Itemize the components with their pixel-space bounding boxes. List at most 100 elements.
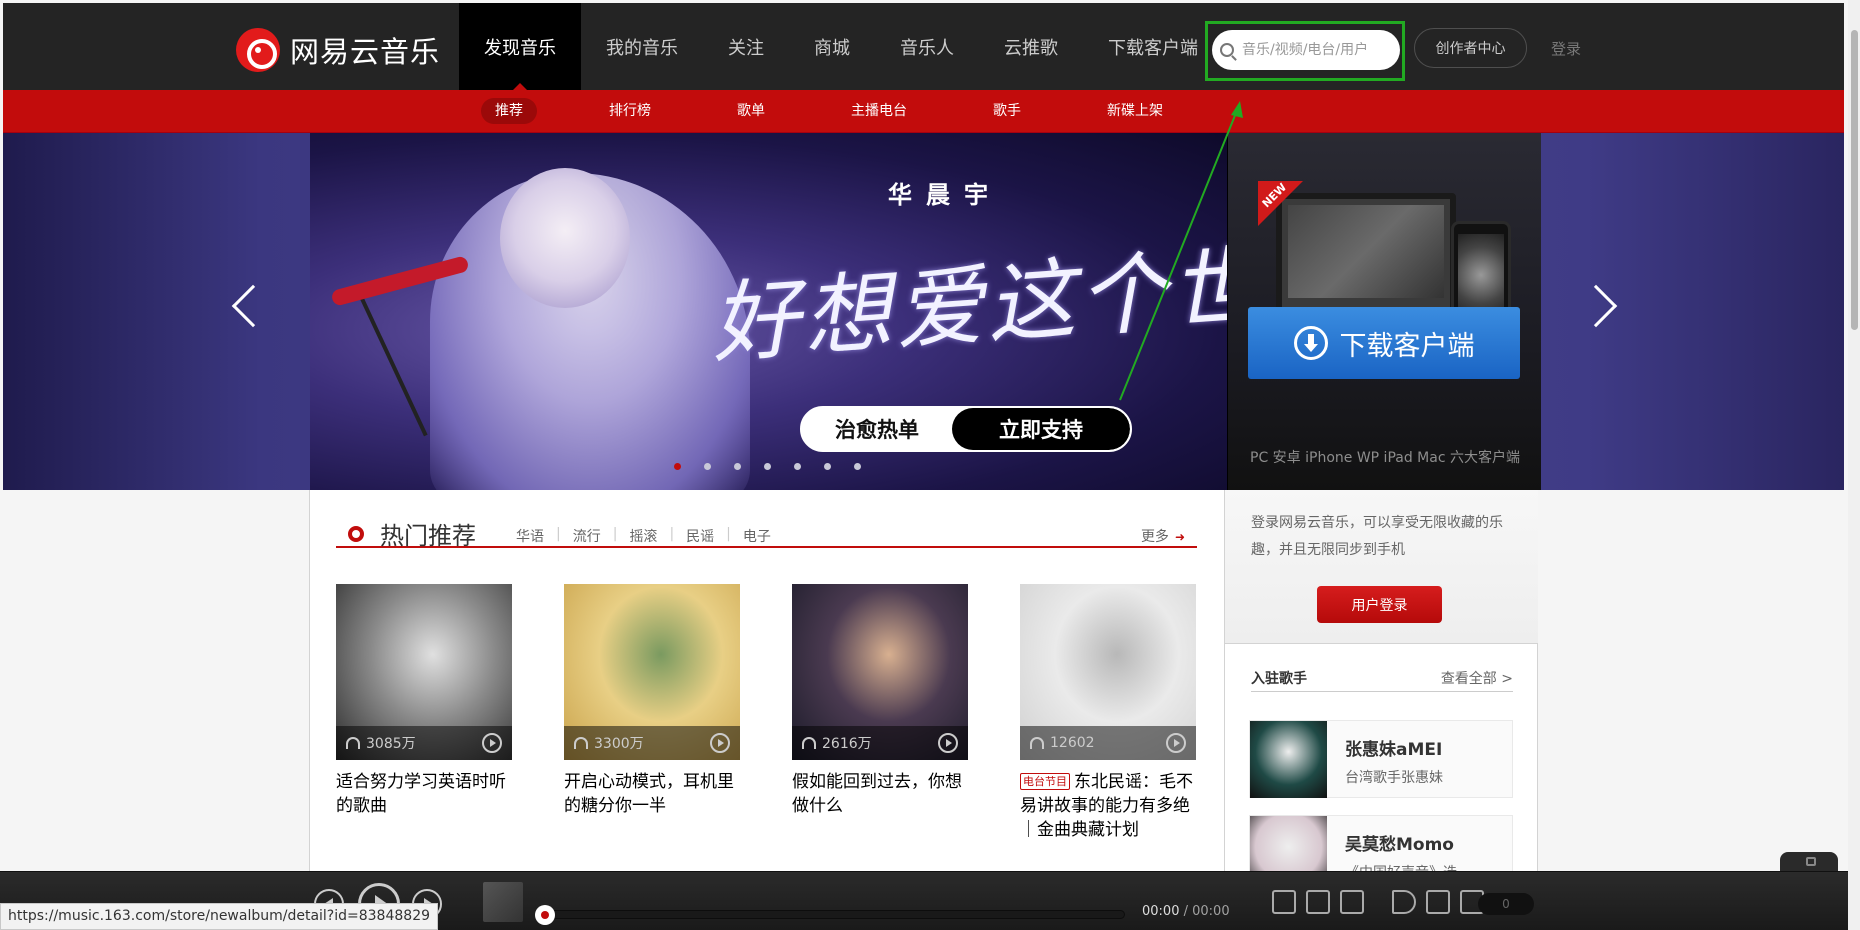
banner-dot[interactable] xyxy=(734,463,741,470)
volume-icon[interactable] xyxy=(1392,890,1416,914)
singers-view-all-link[interactable]: 查看全部 > xyxy=(1441,668,1513,688)
download-platforms-text: PC 安卓 iPhone WP iPad Mac 六大客户端 xyxy=(1250,450,1520,466)
nav-cloud-promote[interactable]: 云推歌 xyxy=(979,3,1083,90)
login-link[interactable]: 登录 xyxy=(1551,38,1581,59)
banner-dot[interactable] xyxy=(854,463,861,470)
monitor-icon xyxy=(1276,193,1456,318)
singer-name: 吴莫愁Momo xyxy=(1345,835,1454,855)
playlist-title[interactable]: 电台节目 东北民谣：毛不易讲故事的能力有多绝｜金曲典藏计划 xyxy=(1020,770,1196,842)
tag-electronic[interactable]: 电子 xyxy=(731,526,783,546)
hot-recommend-title[interactable]: 热门推荐 xyxy=(380,516,476,551)
download-icon xyxy=(1293,326,1328,360)
right-sidebar: 登录网易云音乐，可以享受无限收藏的乐趣，并且无限同步到手机 用户登录 入驻歌手 … xyxy=(1225,490,1538,930)
playlist-title-text: 开启心动模式，耳机里的糖分你一半 xyxy=(564,772,734,816)
singer-avatar xyxy=(1250,721,1327,798)
play-icon[interactable] xyxy=(938,733,958,753)
playlist-cover[interactable]: 12602 xyxy=(1020,584,1196,760)
progress-knob[interactable] xyxy=(535,905,555,925)
playlist-play-count: 12602 xyxy=(1050,735,1095,751)
subnav-radio[interactable]: 主播电台 xyxy=(837,98,921,124)
subnav-playlists[interactable]: 歌单 xyxy=(723,98,779,124)
tag-folk[interactable]: 民谣 xyxy=(674,526,726,546)
playlist-card[interactable]: 3300万 开启心动模式，耳机里的糖分你一半 xyxy=(564,584,740,818)
scrollbar-thumb[interactable] xyxy=(1851,30,1858,330)
playlist-cover[interactable]: 3085万 xyxy=(336,584,512,760)
playlist-cover[interactable]: 2616万 xyxy=(792,584,968,760)
picture-in-picture-icon[interactable] xyxy=(1272,890,1296,914)
playlist-cover-bar: 2616万 xyxy=(792,726,968,760)
banner-dot[interactable] xyxy=(824,463,831,470)
download-button-label: 下载客户端 xyxy=(1339,330,1475,362)
netease-music-logo-icon xyxy=(236,28,280,72)
share-icon[interactable] xyxy=(1340,890,1364,914)
subnav-new-albums[interactable]: 新碟上架 xyxy=(1093,98,1177,124)
hot-recommend-header: 热门推荐 华语 | 流行 | 摇滚 | 民谣 | 电子 更多 ➜ xyxy=(336,520,1197,550)
subnav-artists[interactable]: 歌手 xyxy=(979,98,1035,124)
banner-dot[interactable] xyxy=(764,463,771,470)
track-cover[interactable] xyxy=(483,882,523,922)
tag-pop[interactable]: 流行 xyxy=(561,526,613,546)
playlist-count: 0 xyxy=(1478,893,1534,915)
login-box: 登录网易云音乐，可以享受无限收藏的乐趣，并且无限同步到手机 用户登录 xyxy=(1225,490,1538,644)
logo[interactable]: 网易云音乐 xyxy=(236,28,440,72)
playlist-title[interactable]: 假如能回到过去，你想做什么 xyxy=(792,770,968,818)
banner-prev-arrow-icon[interactable] xyxy=(231,284,275,328)
nav-my-music[interactable]: 我的音乐 xyxy=(581,3,703,90)
creator-center-button[interactable]: 创作者中心 xyxy=(1414,28,1527,68)
play-icon[interactable] xyxy=(1166,733,1186,753)
hot-more-link[interactable]: 更多 ➜ xyxy=(1141,526,1185,546)
playlist-play-count: 2616万 xyxy=(822,736,872,752)
search-bar[interactable] xyxy=(1212,30,1400,70)
singer-card[interactable]: 张惠妹aMEI 台湾歌手张惠妹 xyxy=(1249,720,1513,798)
player-tools xyxy=(1272,890,1494,914)
main-nav: 发现音乐 我的音乐 关注 商城 音乐人 云推歌 下载客户端 xyxy=(459,3,1223,90)
time-display: 00:00 / 00:00 xyxy=(1142,904,1230,919)
play-icon[interactable] xyxy=(482,733,502,753)
nav-follow[interactable]: 关注 xyxy=(703,3,789,90)
lock-icon xyxy=(1806,857,1816,866)
banner-next-arrow-icon[interactable] xyxy=(1574,284,1618,328)
singer-name: 张惠妹aMEI xyxy=(1345,740,1443,760)
banner-dots xyxy=(674,463,884,470)
playlist-card[interactable]: 2616万 假如能回到过去，你想做什么 xyxy=(792,584,968,818)
banner-cta-right: 立即支持 xyxy=(952,408,1130,450)
nav-download-client[interactable]: 下载客户端 xyxy=(1083,3,1223,90)
time-current: 00:00 xyxy=(1142,904,1180,919)
add-to-folder-icon[interactable] xyxy=(1306,890,1330,914)
playlist-cover-bar: 3085万 xyxy=(336,726,512,760)
tag-chinese[interactable]: 华语 xyxy=(504,526,556,546)
search-input[interactable] xyxy=(1242,42,1392,58)
nav-musician[interactable]: 音乐人 xyxy=(875,3,979,90)
download-client-button[interactable]: 下载客户端 xyxy=(1248,307,1520,379)
subnav-recommend[interactable]: 推荐 xyxy=(481,98,537,124)
phone-screen xyxy=(1458,234,1504,316)
playlist-title[interactable]: 适合努力学习英语时听的歌曲 xyxy=(336,770,512,818)
playlist-title[interactable]: 开启心动模式，耳机里的糖分你一半 xyxy=(564,770,740,818)
page-scrollbar[interactable] xyxy=(1848,0,1860,930)
playlist-cover[interactable]: 3300万 xyxy=(564,584,740,760)
subnav-charts[interactable]: 排行榜 xyxy=(595,98,665,124)
playlist-card[interactable]: 3085万 适合努力学习英语时听的歌曲 xyxy=(336,584,512,818)
singer-desc: 台湾歌手张惠妹 xyxy=(1345,770,1443,786)
playlist-card[interactable]: 12602 电台节目 东北民谣：毛不易讲故事的能力有多绝｜金曲典藏计划 xyxy=(1020,584,1196,842)
loop-icon[interactable] xyxy=(1426,890,1450,914)
playlist-cover-bar: 12602 xyxy=(1020,726,1196,760)
playlist-cover-bar: 3300万 xyxy=(564,726,740,760)
banner-dot[interactable] xyxy=(674,463,681,470)
banner-dot[interactable] xyxy=(704,463,711,470)
progress-bar[interactable] xyxy=(535,905,1125,925)
logo-text: 网易云音乐 xyxy=(290,35,441,69)
play-icon[interactable] xyxy=(710,733,730,753)
tag-rock[interactable]: 摇滚 xyxy=(617,526,669,546)
banner-dot[interactable] xyxy=(794,463,801,470)
banner-image[interactable]: 华晨宇 好想爱这个世界啊 治愈热单 立即支持 xyxy=(310,133,1227,490)
time-separator: / xyxy=(1179,904,1193,919)
download-panel: NEW 下载客户端 PC 安卓 iPhone WP iPad Mac 六大客户端 xyxy=(1227,133,1541,490)
user-login-button[interactable]: 用户登录 xyxy=(1317,586,1442,623)
banner-carousel: 华晨宇 好想爱这个世界啊 治愈热单 立即支持 NEW 下载客户端 PC 安卓 i… xyxy=(3,133,1844,490)
player-lock-tab[interactable] xyxy=(1780,852,1838,872)
banner-cta[interactable]: 治愈热单 立即支持 xyxy=(800,406,1132,452)
nav-discover-music[interactable]: 发现音乐 xyxy=(459,3,581,90)
search-highlight-box xyxy=(1205,21,1405,81)
nav-mall[interactable]: 商城 xyxy=(789,3,875,90)
